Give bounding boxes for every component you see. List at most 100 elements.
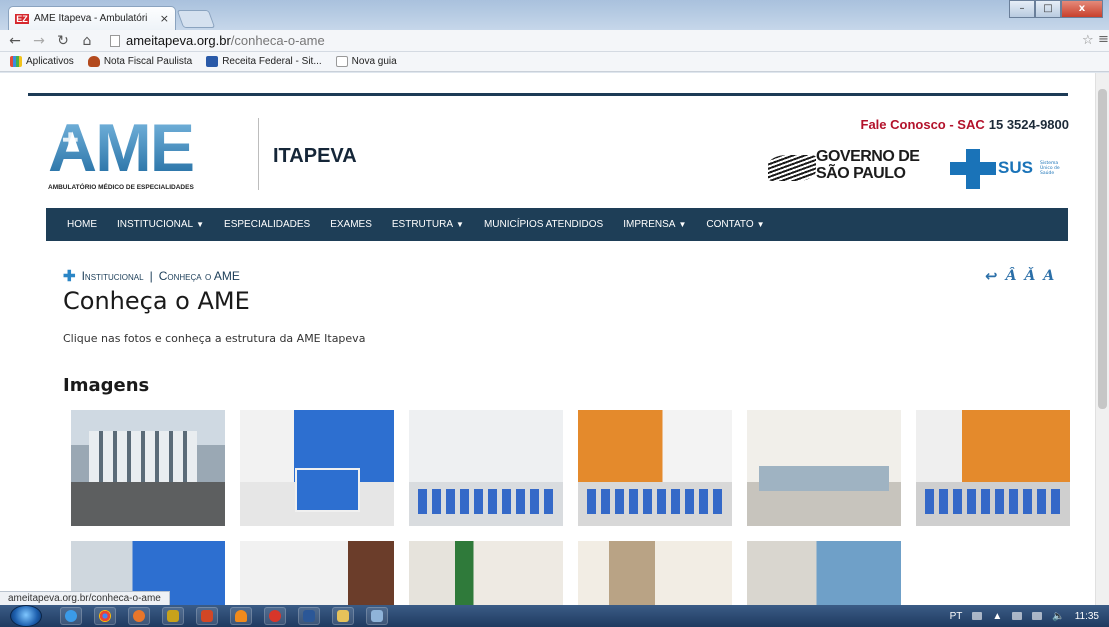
font-increase-icon[interactable]: Â (1006, 268, 1017, 284)
ie-icon[interactable] (60, 607, 82, 625)
main-navigation: HOME INSTITUCIONAL ▼ ESPECIALIDADES EXAME… (46, 208, 1068, 241)
bookmark-nova-guia[interactable]: Nova guia (335, 56, 397, 67)
nav-exames[interactable]: EXAMES (320, 219, 382, 230)
bookmark-apps[interactable]: Aplicativos (10, 56, 74, 67)
gallery-photo-waiting-room-1[interactable] (409, 410, 563, 526)
header-top-rule (28, 93, 1068, 96)
gallery-photo-building[interactable] (71, 410, 225, 526)
breadcrumb-separator: | (149, 269, 153, 283)
nav-imprensa[interactable]: IMPRENSA ▼ (613, 219, 696, 230)
fireworks-icon[interactable] (162, 607, 184, 625)
page-viewport: AME ✚ AMBULATÓRIO MÉDICO DE ESPECIALIDAD… (0, 73, 1095, 605)
chrome-icon[interactable] (94, 607, 116, 625)
close-window-icon[interactable]: x (1061, 0, 1103, 18)
caret-down-icon: ▼ (756, 220, 765, 229)
page-icon (110, 34, 120, 47)
plus-icon: ✚ (63, 268, 76, 285)
forward-arrow-icon[interactable]: → (32, 33, 46, 49)
menu-icon[interactable]: ≡ (1098, 32, 1109, 47)
gallery-photo-reception[interactable] (240, 410, 394, 526)
sus-label: SUS (998, 158, 1033, 177)
volume-icon[interactable]: 🔈 (1052, 611, 1064, 622)
tray-expand-icon[interactable]: ▲ (992, 611, 1002, 622)
gallery-photo-room-2[interactable] (240, 541, 394, 605)
governo-sp-logo[interactable]: GOVERNO DE SÃO PAULO (768, 148, 928, 185)
caret-down-icon: ▼ (678, 220, 687, 229)
sac-contact: Fale Conosco - SAC 15 3524-9800 (861, 117, 1070, 132)
gallery-photo-corridor-1[interactable] (409, 541, 563, 605)
keyboard-icon[interactable] (972, 612, 983, 620)
logo-subtitle: AMBULATÓRIO MÉDICO DE ESPECIALIDADES (48, 184, 194, 191)
nav-especialidades[interactable]: ESPECIALIDADES (214, 219, 320, 230)
flag-icon[interactable] (1012, 612, 1023, 620)
font-reset-icon[interactable]: A (1043, 268, 1054, 284)
new-tab-button[interactable] (176, 10, 216, 28)
bookmark-receita[interactable]: Receita Federal - Sit... (206, 56, 322, 67)
gallery-photo-meeting-room[interactable] (747, 541, 901, 605)
firefox-icon[interactable] (128, 607, 150, 625)
nav-contato[interactable]: CONTATO ▼ (696, 219, 774, 230)
gallery-title: Imagens (63, 375, 150, 396)
remote-desktop-icon[interactable] (366, 607, 388, 625)
bookmark-nota-fiscal[interactable]: Nota Fiscal Paulista (87, 56, 193, 67)
sus-cross-icon (950, 149, 996, 189)
gov-line2: SÃO PAULO (816, 165, 906, 182)
font-decrease-icon[interactable]: Ǎ (1024, 268, 1035, 284)
sac-phone: 15 3524-9800 (988, 117, 1069, 132)
home-icon[interactable]: ⌂ (80, 33, 94, 49)
gallery-photo-counter[interactable] (747, 410, 901, 526)
powerpoint-icon[interactable] (196, 607, 218, 625)
sus-logo[interactable]: SUS Sistema Único de Saúde (950, 147, 1068, 189)
bookmark-label: Nota Fiscal Paulista (103, 56, 193, 67)
clock[interactable]: 11:35 (1075, 611, 1099, 622)
medical-cross-icon: ✚ (62, 128, 79, 152)
reload-icon[interactable]: ↻ (56, 33, 70, 49)
start-button[interactable] (10, 605, 42, 627)
browser-tab[interactable]: EZ AME Itapeva - Ambulatóri × (8, 6, 176, 30)
gov-emblem-icon (768, 155, 816, 181)
system-tray: PT ▲ 🔈 11:35 (950, 605, 1099, 627)
window-controls: – □ x (1009, 0, 1103, 18)
breadcrumb-section[interactable]: Institucional (82, 269, 144, 283)
tab-title: AME Itapeva - Ambulatóri (34, 13, 148, 24)
nav-municipios[interactable]: MUNICÍPIOS ATENDIDOS (474, 219, 613, 230)
bookmark-star-icon[interactable]: ☆ (1082, 33, 1094, 48)
intro-text: Clique nas fotos e conheça a estrutura d… (63, 332, 366, 345)
word-icon[interactable] (298, 607, 320, 625)
nav-estrutura[interactable]: ESTRUTURA ▼ (382, 219, 474, 230)
outlook-icon[interactable] (264, 607, 286, 625)
page-scrollbar[interactable] (1095, 73, 1109, 605)
network-icon[interactable] (1032, 612, 1043, 620)
nav-institucional[interactable]: INSTITUCIONAL ▼ (107, 219, 214, 230)
bookmark-label: Nova guia (351, 56, 397, 67)
gallery-photo-waiting-room-2[interactable] (578, 410, 732, 526)
vlc-icon[interactable] (230, 607, 252, 625)
bookmarks-bar: Aplicativos Nota Fiscal Paulista Receita… (0, 52, 1109, 72)
page-tools: ↩ Â Ǎ A (985, 267, 1054, 285)
maximize-icon[interactable]: □ (1035, 0, 1061, 18)
gov-line1: GOVERNO DE (816, 148, 920, 165)
breadcrumb: ✚ Institucional | Conheça o AME (63, 267, 240, 285)
explorer-icon[interactable] (332, 607, 354, 625)
back-arrow-icon[interactable]: ← (8, 33, 22, 49)
address-bar[interactable]: ameitapeva.org.br/conheca-o-ame (110, 31, 1075, 50)
browser-tab-strip: EZ AME Itapeva - Ambulatóri × – □ x (0, 0, 1109, 30)
windows-taskbar: PT ▲ 🔈 11:35 (0, 605, 1109, 627)
nav-home[interactable]: HOME (57, 219, 107, 230)
breadcrumb-current: Conheça o AME (158, 269, 240, 283)
gov-text: GOVERNO DE SÃO PAULO (816, 148, 920, 182)
scroll-thumb[interactable] (1098, 89, 1107, 409)
minimize-icon[interactable]: – (1009, 0, 1035, 18)
url-domain: ameitapeva.org.br (126, 33, 231, 48)
caret-down-icon: ▼ (196, 220, 205, 229)
favicon-icon: EZ (15, 13, 29, 24)
gallery-photo-corridor-2[interactable] (578, 541, 732, 605)
page-icon (335, 56, 348, 67)
ame-logo[interactable]: AME ✚ AMBULATÓRIO MÉDICO DE ESPECIALIDAD… (48, 114, 248, 192)
language-indicator[interactable]: PT (950, 611, 963, 622)
close-tab-icon[interactable]: × (160, 12, 169, 25)
sus-small-text: Sistema Único de Saúde (1040, 161, 1060, 176)
gallery-photo-waiting-room-3[interactable] (916, 410, 1070, 526)
back-icon[interactable]: ↩ (985, 267, 998, 285)
bookmark-label: Aplicativos (26, 56, 74, 67)
